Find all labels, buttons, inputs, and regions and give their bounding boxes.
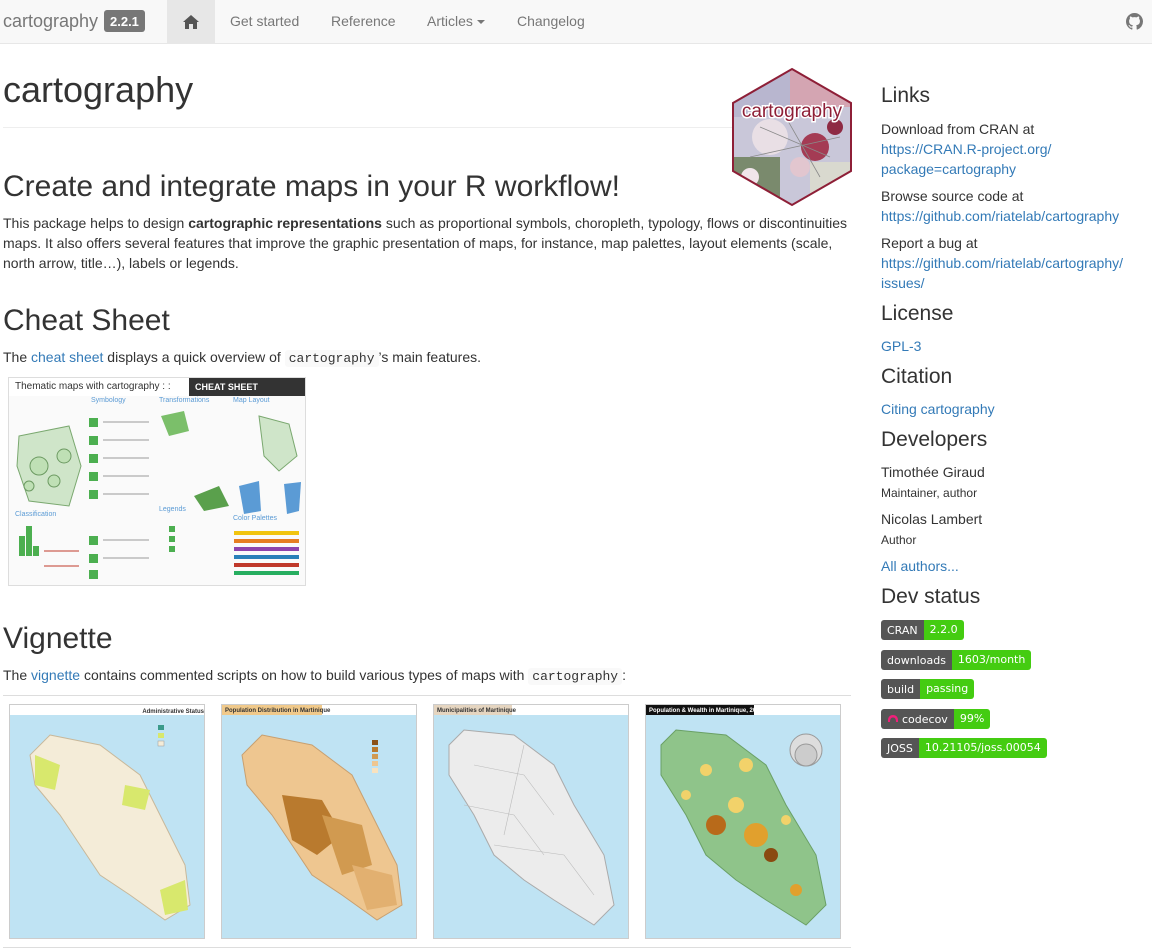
title-divider	[3, 127, 851, 128]
cheat-section-legends: Legends	[159, 506, 186, 513]
bug-link-line2[interactable]: issues/	[881, 273, 925, 293]
developers-heading: Developers	[881, 428, 988, 451]
cheat-section-color-palettes: Color Palettes	[233, 515, 277, 522]
vignette-text-mid: contains commented scripts on how to bui…	[80, 667, 529, 683]
intro-paragraph: This package helps to design cartographi…	[3, 213, 851, 273]
badge-codecov-label: codecov	[902, 712, 948, 726]
intro-text-start: This package helps to design	[3, 215, 189, 231]
citation-link[interactable]: Citing cartography	[881, 399, 995, 419]
vignette-text-end: :	[622, 667, 626, 683]
vignette-code: cartography	[528, 668, 623, 685]
cheat-sheet-paragraph: The cheat sheet displays a quick overvie…	[3, 347, 851, 369]
source-link[interactable]: https://github.com/riatelab/cartography	[881, 206, 1119, 226]
cheat-sheet-link[interactable]: cheat sheet	[31, 349, 103, 365]
badge-codecov-left: codecov	[881, 709, 954, 729]
badge-joss-value: 10.21105/joss.00054	[918, 738, 1047, 758]
cran-link-line1[interactable]: https://CRAN.R-project.org/	[881, 139, 1051, 159]
badge-downloads-value: 1603/month	[951, 650, 1032, 670]
cheat-section-symbology: Symbology	[91, 397, 126, 404]
vignette-heading: Vignette	[3, 622, 113, 655]
logo-text: cartography	[742, 101, 843, 122]
badge-codecov[interactable]: codecov 99%	[881, 709, 991, 729]
map-graphic-2: Population Distribution in Martinique	[222, 705, 416, 938]
nav-articles[interactable]: Articles	[427, 13, 485, 29]
developer-role-2: Author	[881, 533, 917, 547]
developer-name-1: Timothée Giraud	[881, 464, 985, 480]
cheat-sheet-graphic: Symbology Transformations Map Layout Cla…	[9, 396, 305, 585]
citation-heading: Citation	[881, 365, 953, 388]
bug-link-line1[interactable]: https://github.com/riatelab/cartography/	[881, 253, 1123, 273]
map-title-3: Municipalities of Martinique	[437, 708, 517, 714]
map-graphic-4: Population & Wealth in Martinique, 2015	[646, 705, 840, 938]
intro-bold: cartographic representations	[188, 215, 382, 231]
all-authors-link[interactable]: All authors...	[881, 556, 959, 576]
nav-home[interactable]	[167, 0, 215, 44]
cheat-section-classification: Classification	[15, 511, 56, 518]
cheat-sheet-heading: Cheat Sheet	[3, 304, 170, 337]
map-population-distribution[interactable]: Population Distribution in Martinique	[221, 704, 417, 939]
map-title-1: Administrative Status	[142, 709, 204, 715]
badge-cran-value: 2.2.0	[923, 620, 964, 640]
license-heading: License	[881, 302, 954, 325]
github-link[interactable]	[1126, 13, 1143, 33]
bug-text: Report a bug at	[881, 235, 978, 251]
navbar: cartography 2.2.1 Get started Reference …	[0, 0, 1152, 44]
nav-reference[interactable]: Reference	[331, 13, 396, 29]
badge-joss[interactable]: JOSS 10.21105/joss.00054	[881, 738, 1047, 758]
caret-down-icon	[476, 20, 485, 25]
dev-status-heading: Dev status	[881, 585, 981, 608]
badge-downloads-label: downloads	[881, 650, 952, 670]
badge-joss-label: JOSS	[881, 738, 919, 758]
cheat-code: cartography	[284, 350, 379, 367]
badge-build-label: build	[881, 679, 921, 699]
cran-link-line2[interactable]: package=cartography	[881, 159, 1016, 179]
cheat-sheet-image[interactable]: Thematic maps with cartography : : CHEAT…	[8, 377, 306, 586]
map-graphic-1: Administrative Status	[10, 709, 204, 938]
cheat-image-title: Thematic maps with cartography : :	[15, 381, 171, 392]
github-icon	[1126, 13, 1143, 30]
nav-changelog[interactable]: Changelog	[517, 13, 585, 29]
license-link[interactable]: GPL-3	[881, 336, 921, 356]
map-municipalities[interactable]: Municipalities of Martinique	[433, 704, 629, 939]
cheat-image-badge: CHEAT SHEET	[189, 378, 305, 396]
badge-downloads[interactable]: downloads 1603/month	[881, 650, 1032, 670]
links-heading: Links	[881, 84, 931, 107]
badge-cran[interactable]: CRAN 2.2.0	[881, 620, 964, 640]
cheat-text-mid: displays a quick overview of	[103, 349, 285, 365]
home-icon	[183, 15, 199, 29]
cheat-section-transformations: Transformations	[159, 397, 210, 404]
source-text: Browse source code at	[881, 188, 1024, 204]
cran-text: Download from CRAN at	[881, 121, 1035, 137]
map-administrative-status[interactable]: Administrative Status	[9, 704, 205, 939]
vignette-link[interactable]: vignette	[31, 667, 80, 683]
cheat-text-end: ’s main features.	[378, 349, 482, 365]
headline: Create and integrate maps in your R work…	[3, 170, 620, 203]
map-population-wealth[interactable]: Population & Wealth in Martinique, 2015	[645, 704, 841, 939]
badge-build-value: passing	[920, 679, 975, 699]
vignette-text-start: The	[3, 667, 32, 683]
badge-build[interactable]: build passing	[881, 679, 975, 699]
codecov-icon	[888, 714, 898, 722]
nav-articles-label: Articles	[427, 13, 473, 29]
vignette-bottom-rule	[3, 947, 851, 948]
vignette-top-rule	[3, 695, 851, 696]
page-title: cartography	[3, 69, 194, 110]
hex-logo: cartography	[732, 67, 852, 207]
map-graphic-3: Municipalities of Martinique	[434, 705, 628, 938]
badge-cran-label: CRAN	[881, 620, 924, 640]
nav-get-started[interactable]: Get started	[230, 13, 299, 29]
vignette-paragraph: The vignette contains commented scripts …	[3, 665, 851, 687]
developer-role-1: Maintainer, author	[881, 486, 978, 500]
cheat-section-map-layout: Map Layout	[233, 397, 270, 404]
cheat-title-bar: Thematic maps with cartography : : CHEAT…	[9, 378, 305, 396]
version-badge: 2.2.1	[104, 10, 145, 32]
cheat-text-start: The	[3, 349, 32, 365]
map-title-2: Population Distribution in Martinique	[225, 708, 331, 714]
developer-name-2: Nicolas Lambert	[881, 511, 983, 527]
map-title-4: Population & Wealth in Martinique, 2015	[649, 708, 764, 714]
brand-link[interactable]: cartography	[3, 11, 98, 32]
badge-codecov-value: 99%	[953, 709, 991, 729]
